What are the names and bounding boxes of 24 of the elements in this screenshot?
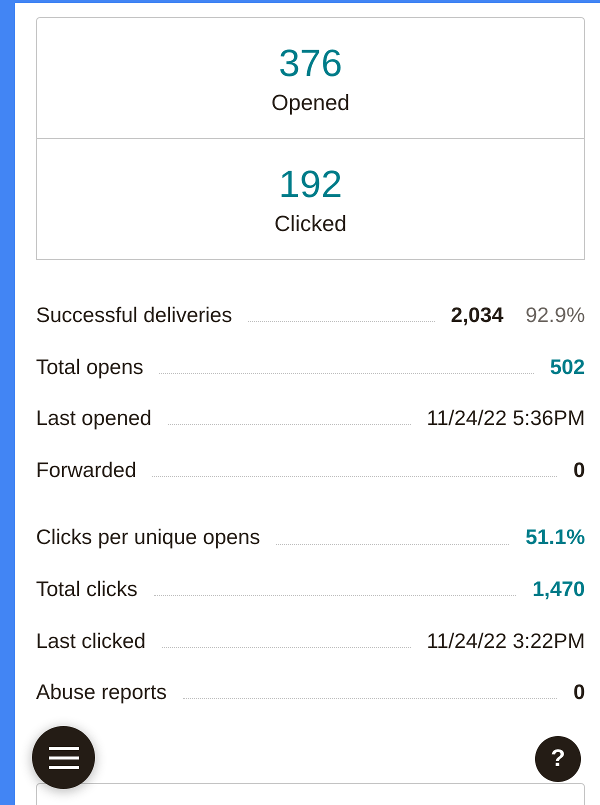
menu-icon [48, 746, 78, 768]
count-label: Clicked [274, 210, 347, 238]
stat-label: Successful deliveries [36, 303, 232, 330]
stat-value: 0 [573, 680, 585, 706]
stat-value: 1,470 [532, 577, 585, 604]
stat-value: 11/24/22 3:22PM [426, 628, 585, 655]
help-button[interactable]: ? [535, 736, 581, 782]
stat-label: Abuse reports [36, 680, 167, 706]
stat-label: Total opens [36, 354, 144, 381]
count-label: Opened [271, 89, 350, 117]
stat-value: 0 [573, 458, 585, 484]
count-value: 376 [278, 42, 342, 86]
stat-value: 11/24/22 5:36PM [426, 406, 585, 432]
stat-value: 2,034 [450, 303, 504, 330]
stat-label: Clicks per unique opens [36, 525, 260, 552]
stat-label: Last clicked [36, 628, 146, 655]
stat-label: Last opened [36, 406, 152, 432]
stat-value: 92.9% [525, 303, 585, 330]
count-value: 192 [278, 163, 342, 207]
stat-label: Forwarded [36, 458, 136, 484]
stat-label: Total clicks [36, 577, 138, 604]
stat-value: 502 [550, 354, 585, 381]
menu-button[interactable] [32, 726, 95, 789]
stat-value: 51.1% [525, 525, 585, 552]
